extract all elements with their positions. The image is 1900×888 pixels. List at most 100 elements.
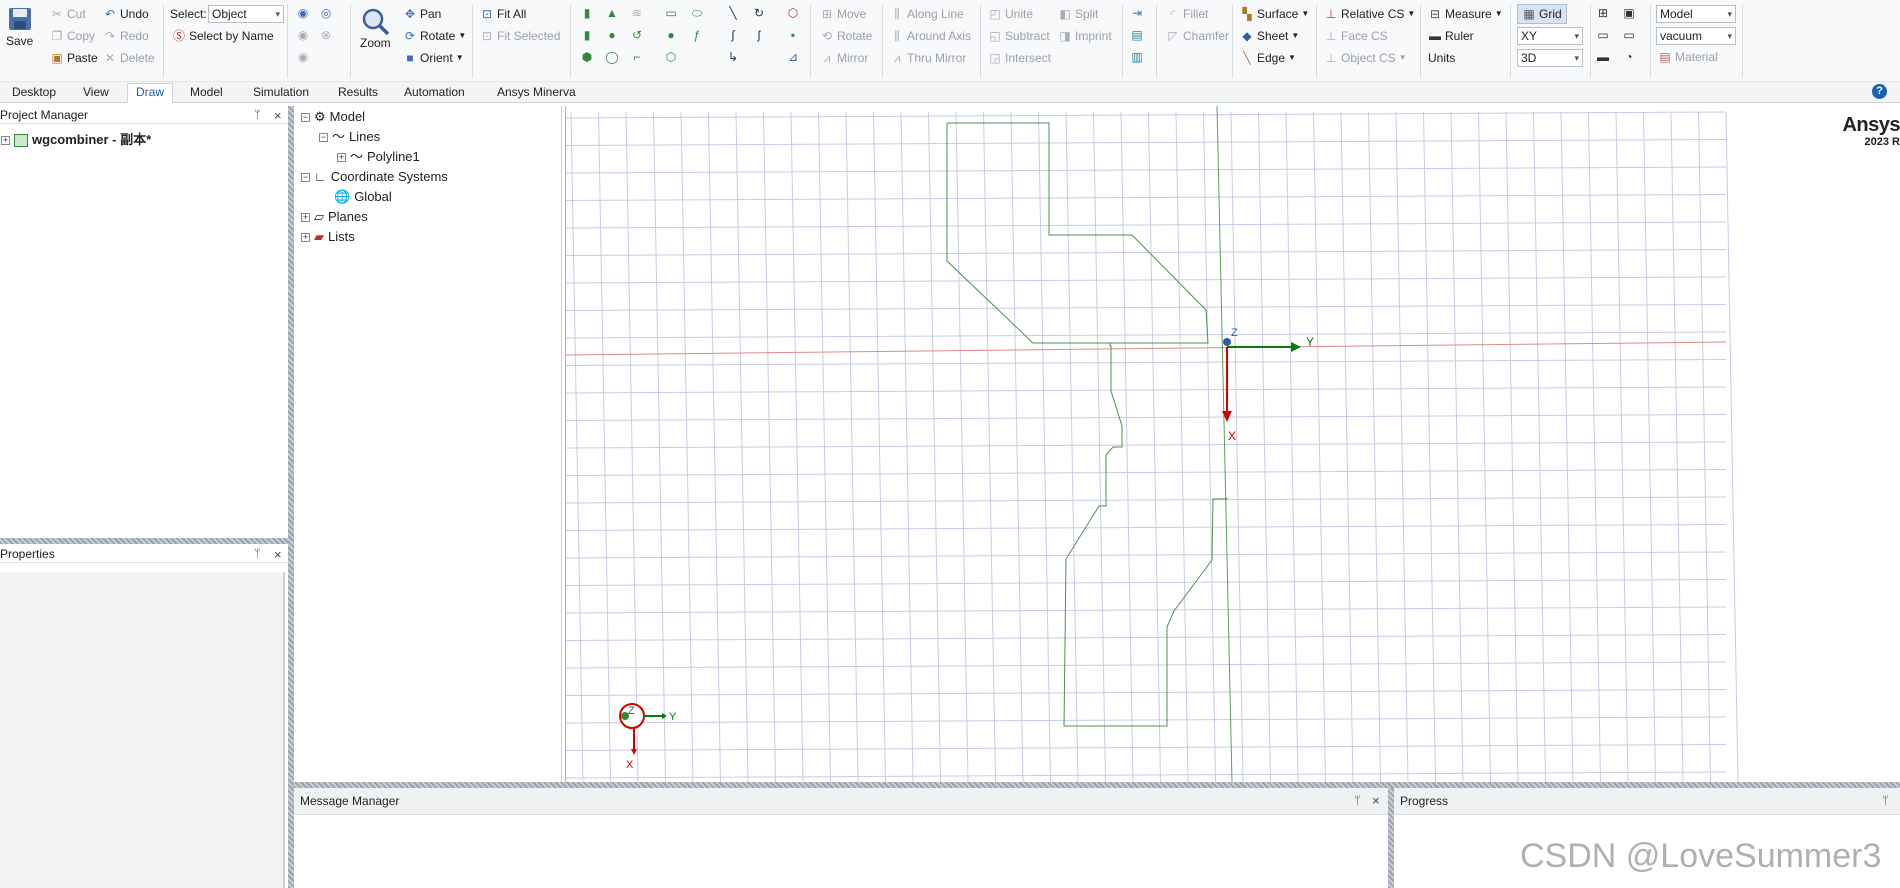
object-cs-menu[interactable]: ⊥ Object CS ▼ xyxy=(1324,50,1407,66)
draw-circle-button[interactable]: ● xyxy=(664,28,678,42)
pin-icon[interactable]: ᛘ xyxy=(1882,795,1889,807)
face-cs-button[interactable]: ⊥ Face CS xyxy=(1324,28,1388,44)
material-dropdown[interactable]: vacuum xyxy=(1656,27,1736,45)
toggle-b-button[interactable]: ◎ xyxy=(319,6,333,20)
rotate-object-button[interactable]: ⟲ Rotate xyxy=(820,28,872,44)
redo-button[interactable]: ↷ Redo xyxy=(103,28,149,44)
rotate-view-button[interactable]: ⟳ Rotate ▼ xyxy=(403,28,466,44)
draw-polygon-button[interactable]: ⬡ xyxy=(664,50,678,64)
draw-plane-button[interactable]: ⊿ xyxy=(786,50,800,64)
polyline1-segment[interactable] xyxy=(946,123,1110,344)
draw-equation-curve-button[interactable]: ʃ xyxy=(752,28,766,42)
select-by-name-button[interactable]: Ⓢ Select by Name xyxy=(172,28,274,44)
tab-view[interactable]: View xyxy=(83,84,109,101)
snap-b-button[interactable]: ▣ xyxy=(1622,6,1636,20)
draw-sphere-button[interactable]: ● xyxy=(605,28,619,42)
snap-d-button[interactable]: ▭ xyxy=(1622,28,1636,42)
draw-cone-button[interactable]: ▲ xyxy=(605,6,619,20)
orient-button[interactable]: ■ Orient ▼ xyxy=(403,50,463,66)
material-button[interactable]: ▤ Material xyxy=(1658,49,1717,65)
collapse-icon[interactable]: − xyxy=(301,172,310,182)
draw-helix-button[interactable]: ≋ xyxy=(630,6,644,20)
split-button[interactable]: ◧ Split xyxy=(1058,6,1098,22)
pan-button[interactable]: ✥ Pan xyxy=(403,6,441,22)
tool-c-button[interactable]: ▥ xyxy=(1130,50,1144,64)
model-dropdown[interactable]: Model xyxy=(1656,5,1736,23)
toggle-c-button[interactable]: ◉ xyxy=(296,28,310,42)
tree-coordinate-systems[interactable]: − ∟ Coordinate Systems xyxy=(301,167,448,187)
draw-box-button[interactable]: ▮ xyxy=(580,6,594,20)
help-icon[interactable]: ? xyxy=(1872,84,1887,99)
save-button[interactable]: Save xyxy=(6,6,33,48)
along-line-button[interactable]: ⫼ Along Line xyxy=(890,6,963,22)
tab-simulation[interactable]: Simulation xyxy=(253,84,309,101)
collapse-icon[interactable]: − xyxy=(319,132,328,142)
grid-toggle-button[interactable]: ▦ Grid xyxy=(1517,4,1567,24)
pin-icon[interactable]: ᛘ xyxy=(254,109,261,121)
tree-planes[interactable]: + ▱ Planes xyxy=(301,207,368,227)
expand-icon[interactable]: + xyxy=(337,152,346,162)
expand-icon[interactable]: + xyxy=(301,232,310,242)
draw-arc-button[interactable]: ↻ xyxy=(752,6,766,20)
draw-ellipse-button[interactable]: ⬭ xyxy=(690,6,704,20)
draw-regular-polyhedron-button[interactable]: ⬢ xyxy=(580,50,594,64)
pin-icon[interactable]: ᛘ xyxy=(1354,795,1361,807)
thru-mirror-button[interactable]: ⩘ Thru Mirror xyxy=(890,50,967,66)
toggle-a-button[interactable]: ◉ xyxy=(296,6,310,20)
copy-button[interactable]: ❐ Copy xyxy=(50,28,95,44)
close-icon[interactable]: × xyxy=(274,547,282,562)
snap-a-button[interactable]: ⊞ xyxy=(1596,6,1610,20)
pin-icon[interactable]: ᛘ xyxy=(254,548,261,560)
cut-button[interactable]: ✂ Cut xyxy=(50,6,86,22)
close-icon[interactable]: × xyxy=(274,108,282,123)
chamfer-button[interactable]: ◸ Chamfer xyxy=(1166,28,1229,44)
tab-model[interactable]: Model xyxy=(190,84,223,101)
measure-menu[interactable]: ⊟ Measure ▼ xyxy=(1428,6,1503,22)
tool-b-button[interactable]: ▤ xyxy=(1130,28,1144,42)
tab-results[interactable]: Results xyxy=(338,84,378,101)
draw-center-arc-button[interactable]: ↳ xyxy=(726,50,740,64)
create-region-button[interactable]: ⬡ xyxy=(786,6,800,20)
subtract-button[interactable]: ◱ Subtract xyxy=(988,28,1049,44)
tab-automation[interactable]: Automation xyxy=(404,84,465,101)
draw-equation-surface-button[interactable]: ƒ xyxy=(690,28,704,42)
unite-button[interactable]: ◰ Unite xyxy=(988,6,1033,22)
sheet-menu[interactable]: ◆ Sheet ▼ xyxy=(1240,28,1299,44)
snap-e-button[interactable]: ▬ xyxy=(1596,50,1610,64)
units-button[interactable]: Units xyxy=(1428,50,1455,66)
tree-model[interactable]: − ⚙ Model xyxy=(301,107,365,127)
draw-spline-button[interactable]: ∫ xyxy=(726,28,740,42)
tree-lists[interactable]: + ▰ Lists xyxy=(301,227,355,247)
move-button[interactable]: ⊞ Move xyxy=(820,6,866,22)
project-node[interactable]: + wgcombiner - 副本* xyxy=(1,130,151,150)
toggle-e-button[interactable]: ◉ xyxy=(296,50,310,64)
tab-ansys-minerva[interactable]: Ansys Minerva xyxy=(497,84,576,101)
collapse-icon[interactable]: − xyxy=(301,112,310,122)
tab-draw[interactable]: Draw xyxy=(127,83,174,103)
close-icon[interactable]: × xyxy=(1372,793,1380,808)
draw-torus-button[interactable]: ◯ xyxy=(605,50,619,64)
modeler-viewport[interactable]: Y X Z Z Y X Ansys 2023 R xyxy=(565,106,1900,782)
ruler-button[interactable]: ▬ Ruler xyxy=(1428,28,1474,44)
undo-button[interactable]: ↶ Undo xyxy=(103,6,149,22)
delete-button[interactable]: ✕ Delete xyxy=(103,50,155,66)
tree-global[interactable]: 🌐 Global xyxy=(334,187,392,207)
snap-c-button[interactable]: ▭ xyxy=(1596,28,1610,42)
intersect-button[interactable]: ◲ Intersect xyxy=(988,50,1051,66)
draw-spiral-button[interactable]: ↺ xyxy=(630,28,644,42)
draw-point-button[interactable]: ▪ xyxy=(786,28,800,42)
surface-menu[interactable]: ▚ Surface ▼ xyxy=(1240,6,1309,22)
tab-desktop[interactable]: Desktop xyxy=(12,84,56,101)
tool-a-button[interactable]: ⇥ xyxy=(1130,6,1144,20)
select-mode-dropdown[interactable]: Object xyxy=(208,5,284,23)
expand-icon[interactable]: + xyxy=(301,212,310,222)
fit-selected-button[interactable]: ⊡ Fit Selected xyxy=(480,28,560,44)
around-axis-button[interactable]: ⫼ Around Axis xyxy=(890,28,971,44)
edge-menu[interactable]: ╲ Edge ▼ xyxy=(1240,50,1296,66)
fit-all-button[interactable]: ⊡ Fit All xyxy=(480,6,526,22)
imprint-button[interactable]: ◨ Imprint xyxy=(1058,28,1111,44)
draw-rectangle-button[interactable]: ▭ xyxy=(664,6,678,20)
mirror-button[interactable]: ⩘ Mirror xyxy=(820,50,869,66)
relative-cs-menu[interactable]: ⊥ Relative CS ▼ xyxy=(1324,6,1416,22)
zoom-button[interactable]: Zoom xyxy=(360,6,391,50)
